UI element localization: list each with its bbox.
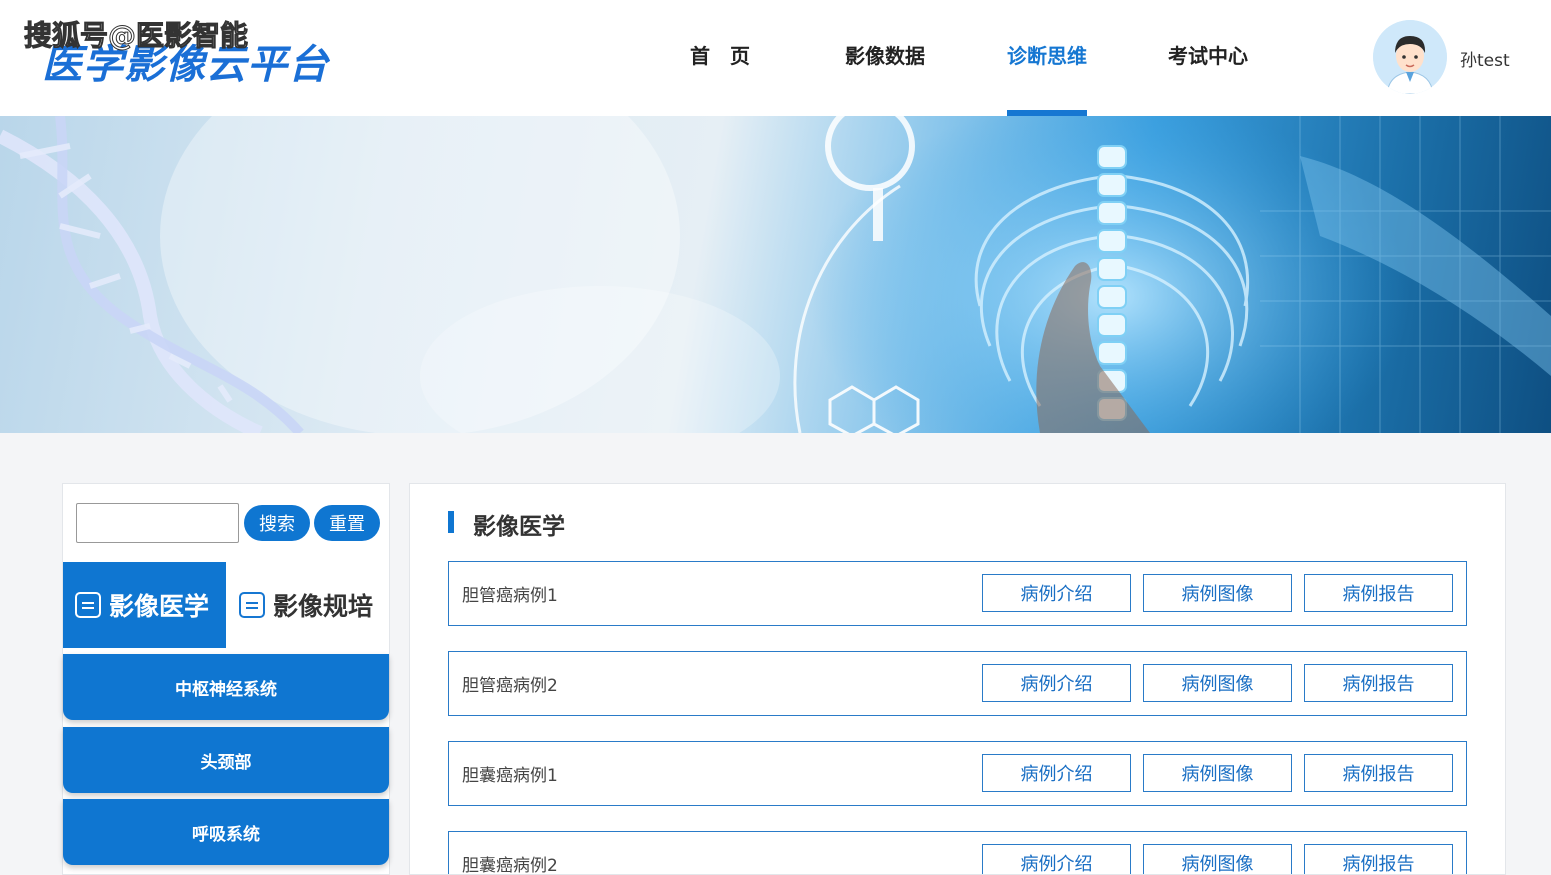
calendar-list-icon <box>75 592 101 618</box>
hero-banner <box>0 116 1551 433</box>
medical-banner-illustration <box>0 116 1551 433</box>
system-item-head-neck[interactable]: 头颈部 <box>63 727 389 793</box>
case-intro-button[interactable]: 病例介绍 <box>982 754 1131 792</box>
nav-home[interactable]: 首 页 <box>690 40 750 69</box>
search-button[interactable]: 搜索 <box>244 505 310 541</box>
case-list-panel: 影像医学 胆管癌病例1 病例介绍 病例图像 病例报告 胆管癌病例2 病例介绍 病… <box>409 483 1506 875</box>
system-item-respiratory[interactable]: 呼吸系统 <box>63 799 389 865</box>
case-report-button[interactable]: 病例报告 <box>1304 754 1453 792</box>
case-name: 胆管癌病例1 <box>462 586 558 606</box>
nav-exam-center[interactable]: 考试中心 <box>1168 40 1248 69</box>
case-intro-button[interactable]: 病例介绍 <box>982 664 1131 702</box>
system-item-cns[interactable]: 中枢神经系统 <box>63 654 389 720</box>
case-images-button[interactable]: 病例图像 <box>1143 664 1292 702</box>
nav-diagnostic-thinking[interactable]: 诊断思维 <box>1007 40 1087 69</box>
case-report-button[interactable]: 病例报告 <box>1304 664 1453 702</box>
search-input[interactable] <box>76 503 239 543</box>
tab-imaging-residency-label: 影像规培 <box>273 592 374 621</box>
case-name: 胆囊癌病例1 <box>462 766 558 786</box>
case-row: 胆囊癌病例1 病例介绍 病例图像 病例报告 <box>448 741 1467 806</box>
case-images-button[interactable]: 病例图像 <box>1143 574 1292 612</box>
user-avatar[interactable] <box>1373 20 1447 94</box>
case-name: 胆囊癌病例2 <box>462 856 558 875</box>
tab-imaging-medicine[interactable]: 影像医学 <box>63 562 226 648</box>
nav-image-data[interactable]: 影像数据 <box>845 40 925 69</box>
tab-imaging-medicine-label: 影像医学 <box>109 592 210 621</box>
case-name: 胆管癌病例2 <box>462 676 558 696</box>
username-label[interactable]: 孙test <box>1460 46 1510 71</box>
case-images-button[interactable]: 病例图像 <box>1143 754 1292 792</box>
section-title: 影像医学 <box>473 514 565 540</box>
section-accent-bar <box>448 511 454 533</box>
case-report-button[interactable]: 病例报告 <box>1304 844 1453 874</box>
case-report-button[interactable]: 病例报告 <box>1304 574 1453 612</box>
tab-imaging-residency[interactable]: 影像规培 <box>239 562 389 648</box>
case-row: 胆管癌病例2 病例介绍 病例图像 病例报告 <box>448 651 1467 716</box>
case-intro-button[interactable]: 病例介绍 <box>982 844 1131 874</box>
case-images-button[interactable]: 病例图像 <box>1143 844 1292 874</box>
case-row: 胆囊癌病例2 病例介绍 病例图像 病例报告 <box>448 831 1467 875</box>
reset-button[interactable]: 重置 <box>314 505 380 541</box>
doctor-avatar-icon <box>1373 20 1447 94</box>
case-row: 胆管癌病例1 病例介绍 病例图像 病例报告 <box>448 561 1467 626</box>
case-intro-button[interactable]: 病例介绍 <box>982 574 1131 612</box>
calendar-list-icon <box>239 592 265 618</box>
left-sidebar: 搜索 重置 影像医学 影像规培 中枢神经系统 头颈部 呼吸系统 <box>62 483 390 875</box>
watermark-text: 搜狐号@医影智能 <box>23 19 249 53</box>
